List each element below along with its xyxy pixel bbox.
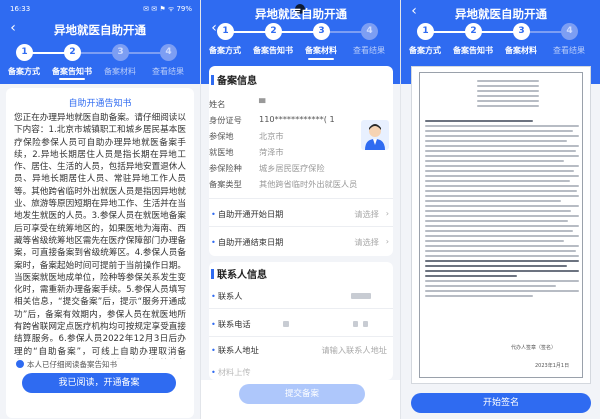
step-3-label: 备案材料	[505, 46, 537, 55]
back-arrow-icon[interactable]: ‹	[6, 21, 20, 35]
field-name: 姓名 ▀	[209, 98, 265, 110]
screen-notice: 16:33 ✉ ✉ ⚑ ᯤ 79% ‹ 异地就医自助开通 1 2 3 4 备案方…	[0, 0, 200, 419]
check-circle-icon[interactable]	[16, 360, 24, 368]
back-arrow-icon[interactable]: ‹	[407, 4, 421, 18]
contact-address-label: 联系人地址	[217, 345, 259, 355]
document-header-lines	[425, 80, 579, 110]
upload-section-title: • 材料上传	[211, 367, 251, 377]
step-1-label: 备案方式	[209, 46, 241, 55]
contact-phone-label: 联系电话	[217, 319, 251, 329]
step-3-dot: 3	[513, 23, 530, 40]
end-date-picker[interactable]: • 自助开通结束日期 请选择 ›	[211, 236, 391, 250]
divider	[209, 226, 393, 227]
field-label: 姓名	[209, 99, 226, 109]
field-insurance-type: 参保险种 城乡居民医疗保险	[209, 162, 325, 174]
contact-address-field[interactable]: • 联系人地址 请输入联系人地址	[211, 344, 391, 358]
document-body-lines	[425, 120, 579, 300]
field-value: 菏泽市	[259, 147, 284, 157]
step-4-label: 查看结果	[353, 46, 385, 55]
status-bar: 16:33 ✉ ✉ ⚑ ᯤ 79%	[0, 0, 200, 16]
start-date-picker[interactable]: • 自助开通开始日期 请选择 ›	[211, 208, 391, 222]
step-2-dot: 2	[265, 23, 282, 40]
notice-body[interactable]: 您正在办理异地就医自助备案。请仔细阅读以下内容：1.北京市城镇职工和城乡居民基本…	[14, 112, 186, 359]
active-step-underline	[308, 58, 334, 60]
contact-name-label: 联系人	[217, 291, 243, 301]
contact-address-placeholder[interactable]: 请输入联系人地址	[321, 344, 387, 356]
field-insured-place: 参保地 北京市	[209, 130, 284, 142]
field-label: 参保险种	[209, 163, 242, 173]
contact-name-field[interactable]: • 联系人	[211, 290, 391, 304]
document-date: 2023年1月1日	[535, 363, 570, 369]
masked-value	[283, 321, 289, 327]
agree-checkbox-row[interactable]: 本人已仔细阅读备案告知书	[16, 359, 117, 371]
field-label: 身份证号	[209, 115, 242, 125]
filing-info-card	[209, 66, 393, 256]
active-step-underline	[59, 78, 85, 80]
step-2-dot: 2	[465, 23, 482, 40]
field-treatment-place: 就医地 菏泽市	[209, 146, 284, 158]
step-3-dot: 3	[313, 23, 330, 40]
masked-value	[363, 321, 368, 327]
notice-title: 自助开通告知书	[68, 99, 132, 109]
chevron-right-icon: ›	[385, 236, 389, 246]
status-time: 16:33	[10, 5, 31, 13]
divider	[209, 308, 393, 309]
page-title: 异地就医自助开通	[455, 7, 547, 21]
field-value: ▀	[259, 98, 266, 108]
divider	[209, 336, 393, 337]
step-2-label: 备案告知书	[253, 46, 293, 55]
screen-form: ‹ 异地就医自助开通 1 2 3 4 备案方式 备案告知书 备案材料 查看结果 …	[200, 0, 400, 419]
masked-value	[351, 293, 371, 299]
start-date-label: 自助开通开始日期	[217, 209, 284, 219]
upload-label: 材料上传	[217, 367, 251, 377]
step-2-label: 备案告知书	[52, 67, 92, 76]
end-date-hint: 请选择	[354, 237, 379, 247]
step-1-dot: 1	[16, 44, 33, 61]
step-4-label: 查看结果	[553, 46, 585, 55]
step-1-label: 备案方式	[409, 46, 441, 55]
field-label: 就医地	[209, 147, 234, 157]
screens-container: 16:33 ✉ ✉ ⚑ ᯤ 79% ‹ 异地就医自助开通 1 2 3 4 备案方…	[0, 0, 600, 419]
step-2-label: 备案告知书	[453, 46, 493, 55]
document-signer-label: 代办人签章（签名）	[511, 345, 557, 351]
section-contact-title: 联系人信息	[211, 266, 267, 281]
step-1-dot: 1	[217, 23, 234, 40]
page-title: 异地就医自助开通	[54, 23, 146, 37]
step-4-dot: 4	[561, 23, 578, 40]
step-3-dot: 3	[112, 44, 129, 61]
user-avatar-icon	[361, 120, 389, 150]
step-3-label: 备案材料	[305, 46, 337, 55]
step-4-label: 查看结果	[152, 67, 184, 76]
contact-phone-field[interactable]: • 联系电话	[211, 318, 391, 332]
section-filing-info-title: 备案信息	[211, 72, 257, 87]
step-2-dot: 2	[64, 44, 81, 61]
submit-filing-button[interactable]: 提交备案	[239, 384, 365, 404]
field-value: 其他跨省临时外出就医人员	[259, 179, 358, 189]
field-id-number: 身份证号 110************( 1	[209, 114, 335, 126]
chevron-right-icon: ›	[385, 208, 389, 218]
masked-value	[353, 321, 358, 327]
read-and-open-button[interactable]: 我已阅读，开通备案	[22, 373, 176, 393]
step-4-dot: 4	[160, 44, 177, 61]
end-date-label: 自助开通结束日期	[217, 237, 284, 247]
page-title: 异地就医自助开通	[255, 7, 347, 21]
step-1-label: 备案方式	[8, 67, 40, 76]
start-date-hint: 请选择	[354, 209, 379, 219]
status-icons: ✉ ✉ ⚑ ᯤ 79%	[143, 5, 192, 13]
agree-text: 本人已仔细阅读备案告知书	[27, 360, 117, 369]
field-label: 参保地	[209, 131, 234, 141]
start-sign-button[interactable]: 开始签名	[411, 393, 591, 413]
field-value: 城乡居民医疗保险	[259, 163, 325, 173]
screen-sign: ‹ 异地就医自助开通 1 2 3 4 备案方式 备案告知书 备案材料 查看结果	[400, 0, 600, 419]
field-label: 备案类型	[209, 179, 242, 189]
field-value: 北京市	[259, 131, 284, 141]
field-filing-type: 备案类型 其他跨省临时外出就医人员	[209, 178, 357, 190]
step-3-label: 备案材料	[104, 67, 136, 76]
step-1-dot: 1	[417, 23, 434, 40]
divider	[209, 198, 393, 199]
step-4-dot: 4	[361, 23, 378, 40]
field-value: 110************( 1	[259, 114, 335, 124]
